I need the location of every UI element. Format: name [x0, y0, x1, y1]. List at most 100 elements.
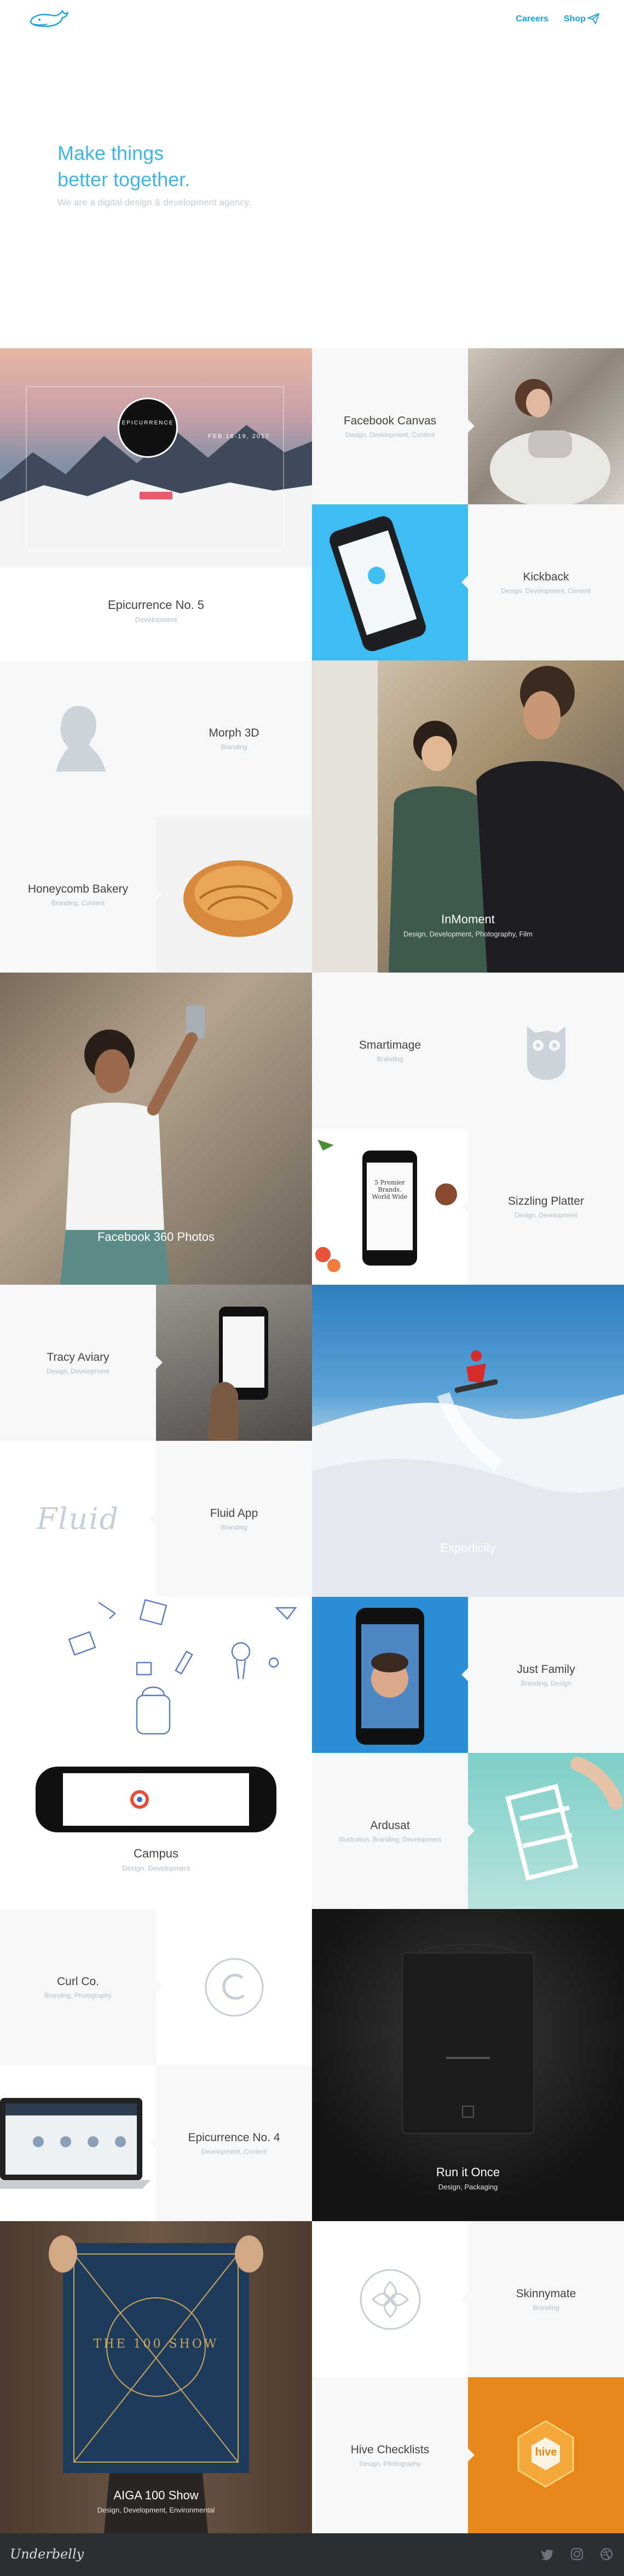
- project-hive-checklists[interactable]: Hive Checklists Design, Photography: [312, 2377, 468, 2533]
- inmoment-caption: InMoment Design, Development, Photograph…: [312, 912, 624, 938]
- aiga-caption: AIGA 100 Show Design, Development, Envir…: [0, 2488, 312, 2514]
- aiga-poster-text: THE 100 SHOW: [93, 2337, 219, 2351]
- nav-shop-link[interactable]: Shop: [564, 14, 586, 24]
- project-grid: EPICURRENCE FEB 16-19, 2017 Epicurrence …: [0, 348, 624, 2533]
- kickback-arrow: [461, 576, 468, 589]
- kickback-phone-image: [312, 504, 468, 660]
- just-family-phone-image: [312, 1597, 468, 1753]
- epicurrence-badge-text: EPICURRENCE: [122, 420, 174, 426]
- owl-icon: [527, 1026, 565, 1080]
- project-title: Campus: [134, 1847, 178, 1860]
- project-ardusat[interactable]: Ardusat Illustration, Branding, Developm…: [312, 1753, 468, 1909]
- curl-co-logo-panel: [156, 1909, 312, 2065]
- paper-plane-icon[interactable]: [587, 12, 600, 25]
- project-tags: Design, Development, Environmental: [97, 2506, 215, 2514]
- project-facebook-360[interactable]: Facebook 360 Photos: [0, 973, 312, 1285]
- project-title: Run it Once: [436, 2165, 500, 2179]
- fluid-arrow: [149, 1512, 156, 1525]
- whale-logo-icon[interactable]: [26, 5, 70, 31]
- project-tracy-aviary[interactable]: Tracy Aviary Design, Development: [0, 1285, 156, 1441]
- hero-headline-line1: Make things: [57, 142, 164, 164]
- curl-co-arrow: [156, 1980, 163, 1993]
- project-tags: Branding: [377, 1055, 403, 1063]
- project-facebook-canvas[interactable]: Facebook Canvas Design, Development, Con…: [312, 348, 468, 504]
- campus-illustrations: [68, 1599, 297, 1735]
- project-inmoment[interactable]: InMoment Design, Development, Photograph…: [312, 660, 624, 973]
- hero: Make things better together. We are a di…: [57, 140, 276, 208]
- curl-co-logo-icon: [205, 1958, 263, 2016]
- project-aiga-100-show[interactable]: THE 100 SHOW AIGA 100 Show Design, Devel…: [0, 2221, 312, 2533]
- facebook-360-caption: Facebook 360 Photos: [0, 1230, 312, 1244]
- facebook-canvas-arrow: [468, 419, 475, 433]
- project-sizzling-platter[interactable]: Sizzling Platter Design, Development: [468, 1129, 624, 1285]
- nav-careers-link[interactable]: Careers: [516, 14, 548, 24]
- run-it-once-caption: Run it Once Design, Packaging: [312, 2165, 624, 2191]
- project-just-family[interactable]: Just Family Branding, Design: [468, 1597, 624, 1753]
- project-tags: Branding: [221, 743, 247, 751]
- epicurrence-mountain-image: EPICURRENCE FEB 16-19, 2017: [0, 348, 312, 567]
- morph3d-head-icon: [56, 705, 106, 772]
- main-nav: Careers Shop: [516, 14, 586, 24]
- just-family-arrow: [461, 1668, 468, 1681]
- project-run-it-once[interactable]: Run it Once Design, Packaging: [312, 1909, 624, 2221]
- project-tags: Design, Development, Content: [345, 430, 435, 439]
- project-tags: Branding, Design: [521, 1679, 571, 1687]
- hero-tagline: We are a digital design & development ag…: [57, 197, 251, 208]
- project-epicurrence-5[interactable]: EPICURRENCE FEB 16-19, 2017 Epicurrence …: [0, 348, 312, 660]
- epicurrence-4-arrow: [149, 2136, 156, 2149]
- dribbble-icon[interactable]: [600, 2548, 613, 2561]
- ardusat-arrow: [468, 1824, 475, 1837]
- tracy-aviary-arrow: [156, 1356, 163, 1369]
- project-title: Epicurrence No. 4: [188, 2131, 280, 2144]
- project-tags: Design, Development: [515, 1211, 577, 1219]
- campus-caption: Campus Design, Development: [0, 1847, 312, 1872]
- epicurrence-4-laptop-image: [0, 2065, 156, 2221]
- instagram-icon[interactable]: [570, 2548, 583, 2561]
- hive-arrow: [468, 2448, 475, 2462]
- project-honeycomb-bakery[interactable]: Honeycomb Bakery Branding, Content: [0, 817, 156, 973]
- project-title: Just Family: [517, 1663, 575, 1676]
- project-title: Facebook Canvas: [343, 414, 437, 427]
- project-morph3d[interactable]: Morph 3D Branding: [156, 660, 312, 817]
- epicurrence-cta-shape: [140, 492, 172, 499]
- smartimage-arrow: [468, 1044, 475, 1057]
- fluid-logo-panel: Fluid: [0, 1441, 156, 1597]
- project-title: Epicurrence No. 5: [107, 598, 205, 612]
- project-title: InMoment: [441, 912, 495, 926]
- project-tags: Illustration, Branding, Development: [339, 1835, 441, 1843]
- project-fluid-app[interactable]: Fluid App Branding: [156, 1441, 312, 1597]
- epicurrence-badge: EPICURRENCE: [118, 398, 178, 458]
- hive-logo-text: hive: [535, 2446, 557, 2458]
- footer-logo[interactable]: Underbelly: [10, 2546, 84, 2562]
- facebook-canvas-photo: [468, 348, 624, 504]
- project-tags: Development, Content: [201, 2147, 267, 2155]
- honeycomb-croissant-photo: [156, 817, 312, 973]
- project-title: Sizzling Platter: [508, 1194, 584, 1208]
- project-title: Experticity: [440, 1541, 496, 1555]
- social-links: [541, 2548, 613, 2561]
- project-title: Morph 3D: [209, 726, 259, 739]
- tracy-aviary-phone-photo: [156, 1285, 312, 1441]
- project-curl-co[interactable]: Curl Co. Branding, Photography: [0, 1909, 156, 2065]
- fluid-logo-text: Fluid: [36, 1502, 120, 1536]
- project-campus[interactable]: Campus Design, Development: [0, 1597, 312, 1909]
- sizzling-arrow: [461, 1200, 468, 1213]
- project-tags: Design, Photography: [359, 2459, 421, 2468]
- sizzling-platter-image: 5 Premier Brands. World Wide: [312, 1129, 468, 1285]
- project-smartimage[interactable]: Smartimage Branding: [312, 973, 468, 1129]
- project-tags: Design, Development, Content: [501, 586, 591, 595]
- epicurrence-5-caption: Epicurrence No. 5 Development: [0, 598, 312, 624]
- project-skinnymate[interactable]: Skinnymate Branding: [468, 2221, 624, 2377]
- twitter-icon[interactable]: [541, 2548, 554, 2561]
- morph3d-logo-panel: [0, 660, 156, 817]
- project-title: Smartimage: [359, 1038, 421, 1051]
- project-epicurrence-4[interactable]: Epicurrence No. 4 Development, Content: [156, 2065, 312, 2221]
- project-title: Facebook 360 Photos: [97, 1230, 215, 1244]
- skinnymate-logo-panel: [312, 2221, 468, 2377]
- project-tags: Branding: [221, 1523, 247, 1531]
- ardusat-model-photo: [468, 1753, 624, 1909]
- hero-headline-line2: better together.: [57, 168, 190, 191]
- project-title: Fluid App: [210, 1507, 258, 1520]
- project-kickback[interactable]: Kickback Design, Development, Content: [468, 504, 624, 660]
- project-experticity[interactable]: Experticity Design, Development: [312, 1285, 624, 1597]
